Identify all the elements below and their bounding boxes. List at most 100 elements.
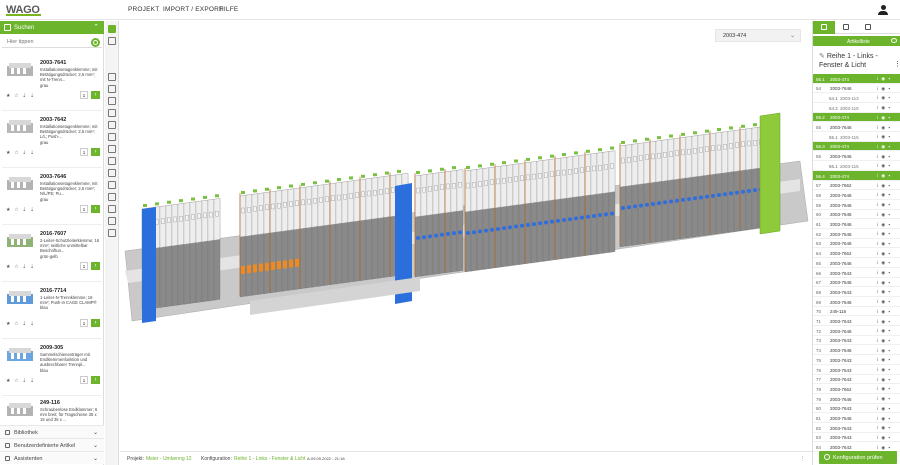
row-article[interactable]: 2003-7643 — [830, 368, 852, 373]
cube-tool-icon[interactable] — [108, 169, 116, 177]
row-actions[interactable]: i◉▪ — [877, 202, 893, 208]
article-row[interactable]: 54.1 2003-113 i◉▪ — [813, 93, 900, 103]
article-row[interactable]: 69 2003-7646 i◉▪ — [813, 297, 900, 307]
row-article[interactable]: 2003-7662 — [830, 251, 852, 256]
row-actions[interactable]: i◉▪ — [877, 319, 893, 325]
row-article[interactable]: 2003-7643 — [830, 338, 852, 343]
quantity-field[interactable]: 1 — [80, 148, 88, 156]
rail-tool-icon[interactable] — [108, 97, 116, 105]
product-code[interactable]: 2003-7641 — [40, 60, 66, 66]
row-article[interactable]: 2003-7643 — [830, 319, 852, 324]
product-actions[interactable]: ★☆⇣⇣ — [6, 264, 38, 270]
article-row[interactable]: 80 2003-7643 i◉▪ — [813, 404, 900, 414]
product-card[interactable]: 2016-7607 2-Leiter-Schutzleiterklemme; 16… — [2, 228, 102, 282]
section-bibliothek[interactable]: Bibliothek ⌄ — [0, 425, 104, 438]
article-row[interactable]: 63 2003-7646 i◉▪ — [813, 239, 900, 249]
row-actions[interactable]: i◉▪ — [877, 416, 893, 422]
add-product-button[interactable]: › — [91, 91, 100, 99]
row-actions[interactable]: i◉▪ — [877, 163, 893, 169]
article-row[interactable]: 78 2003-7662 i◉▪ — [813, 384, 900, 394]
grid-tool-icon[interactable] — [108, 133, 116, 141]
tab-list[interactable] — [813, 21, 835, 34]
article-row[interactable]: 79 2003-7646 i◉▪ — [813, 394, 900, 404]
product-code[interactable]: 2016-7607 — [40, 231, 66, 237]
row-actions[interactable]: i◉▪ — [877, 76, 893, 82]
row-actions[interactable]: i◉▪ — [877, 134, 893, 140]
tab-document[interactable] — [857, 21, 879, 34]
article-row[interactable]: 56.4 2003-474 i◉▪ — [813, 171, 900, 181]
section-custom-articles[interactable]: Benutzerdefinierte Artikel ⌄ — [0, 438, 104, 451]
article-row[interactable]: 62 2003-7646 i◉▪ — [813, 229, 900, 239]
row-actions[interactable]: i◉▪ — [877, 173, 893, 179]
marker-tool-icon[interactable] — [108, 85, 116, 93]
article-row[interactable]: 60 2003-7646 i◉▪ — [813, 210, 900, 220]
more-icon[interactable]: ⋮ — [800, 456, 805, 462]
row-article[interactable]: 2003-7646 — [830, 261, 852, 266]
hand-tool-icon[interactable] — [108, 37, 116, 45]
row-article[interactable]: 2003-7646 — [830, 348, 852, 353]
article-row[interactable]: 70 249-116 i◉▪ — [813, 307, 900, 317]
product-card[interactable]: 2016-7714 1-Leiter-N-Trennklemme; 16 mm²;… — [2, 285, 102, 339]
row-actions[interactable]: i◉▪ — [877, 183, 893, 189]
article-row[interactable]: 73 2003-7643 i◉▪ — [813, 336, 900, 346]
row-article[interactable]: 2003-7646 — [830, 397, 852, 402]
row-actions[interactable]: i◉▪ — [877, 309, 893, 315]
row-actions[interactable]: i◉▪ — [877, 338, 893, 344]
article-row[interactable]: 56 2003-7646 i◉▪ — [813, 152, 900, 162]
cube-tool-icon[interactable] — [108, 193, 116, 201]
row-actions[interactable]: i◉▪ — [877, 396, 893, 402]
article-row[interactable]: 54 2003-7646 i◉▪ — [813, 84, 900, 94]
cut-tool-icon[interactable] — [108, 157, 116, 165]
row-article[interactable]: 2003-7646 — [830, 329, 852, 334]
chevron-up-icon[interactable]: ⌃ — [93, 23, 99, 31]
row-article[interactable]: 2003-7643 — [830, 435, 852, 440]
download-tool-icon[interactable] — [108, 121, 116, 129]
product-code[interactable]: 2003-7646 — [40, 174, 66, 180]
row-actions[interactable]: i◉▪ — [877, 328, 893, 334]
row-actions[interactable]: i◉▪ — [877, 377, 893, 383]
article-row[interactable]: 56.1 2003-474 i◉▪ — [813, 74, 900, 84]
search-input[interactable] — [2, 37, 90, 47]
row-article[interactable]: 2003-7646 — [830, 203, 852, 208]
add-product-button[interactable]: › — [91, 205, 100, 213]
3d-canvas[interactable] — [120, 21, 812, 451]
terminal-block-render[interactable] — [120, 21, 812, 451]
section-assistants[interactable]: Assistenten ⌄ — [0, 451, 104, 464]
row-article[interactable]: 2003-7646 — [830, 212, 852, 217]
row-article[interactable]: 2003-7646 — [830, 193, 852, 198]
article-row[interactable]: 75 2003-7643 i◉▪ — [813, 355, 900, 365]
row-actions[interactable]: i◉▪ — [877, 212, 893, 218]
row-article[interactable]: 2003-7643 — [830, 377, 852, 382]
quantity-field[interactable]: 1 — [80, 376, 88, 384]
row-article[interactable]: 2003-7646 — [830, 86, 852, 91]
quantity-field[interactable]: 1 — [80, 262, 88, 270]
article-row[interactable]: 76 2003-7643 i◉▪ — [813, 365, 900, 375]
product-card[interactable]: 2003-7642 Installationsetagenklemme; mit … — [2, 114, 102, 168]
article-row[interactable]: 67 2003-7646 i◉▪ — [813, 278, 900, 288]
row-actions[interactable]: i◉▪ — [877, 86, 893, 92]
product-card[interactable]: 2003-7646 Installationsetagenklemme; mit … — [2, 171, 102, 225]
chevron-down-icon[interactable]: ⌄ — [93, 455, 98, 462]
quantity-field[interactable]: 1 — [80, 319, 88, 327]
row-actions[interactable]: i◉▪ — [877, 105, 893, 111]
nav-hilfe[interactable]: HILFE — [219, 6, 238, 13]
article-row[interactable]: 66 2003-7643 i◉▪ — [813, 268, 900, 278]
quantity-field[interactable]: 1 — [80, 205, 88, 213]
row-article[interactable]: 2003-7643 — [830, 290, 852, 295]
row-article[interactable]: 2003-7646 — [830, 222, 852, 227]
nav-projekt[interactable]: PROJEKT — [128, 6, 159, 13]
article-row[interactable]: 56.2 2003-474 i◉▪ — [813, 112, 900, 123]
row-actions[interactable]: i◉▪ — [877, 299, 893, 305]
row-actions[interactable]: i◉▪ — [877, 231, 893, 237]
row-actions[interactable]: i◉▪ — [877, 425, 893, 431]
article-row[interactable]: 59 2003-7646 i◉▪ — [813, 200, 900, 210]
article-row[interactable]: 74 2003-7646 i◉▪ — [813, 346, 900, 356]
row-article[interactable]: 2003-115 — [840, 135, 859, 140]
row-article[interactable]: 2003-115 — [840, 164, 859, 169]
nav-import-export[interactable]: IMPORT / EXPORT — [163, 6, 223, 13]
row-article[interactable]: 2003-474 — [830, 77, 849, 82]
article-row[interactable]: 82 2003-7643 i◉▪ — [813, 423, 900, 433]
row-article[interactable]: 2003-7646 — [830, 154, 852, 159]
check-configuration-button[interactable]: Konfiguration prüfen — [819, 451, 897, 464]
pencil-icon[interactable]: ✎ — [819, 53, 825, 60]
